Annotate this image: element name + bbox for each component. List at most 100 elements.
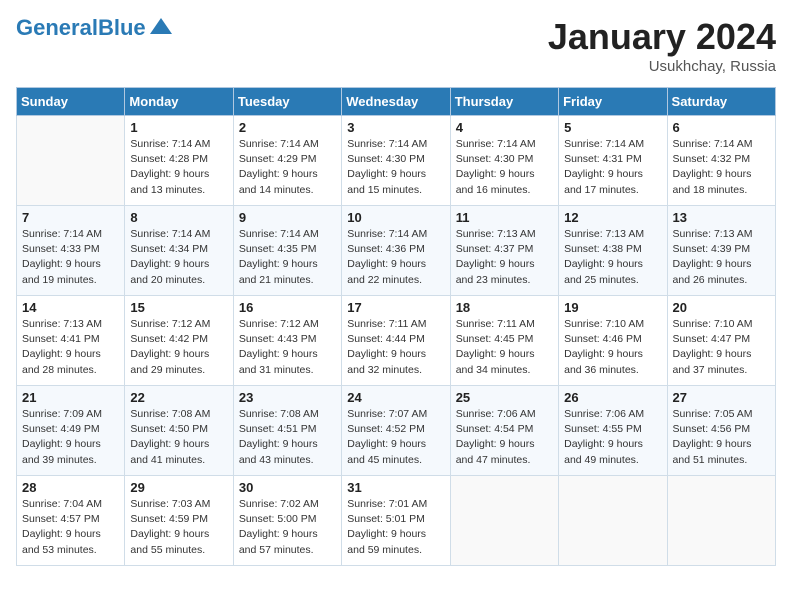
day-number: 2: [239, 120, 336, 135]
calendar-cell: [667, 476, 775, 566]
calendar-cell: 8 Sunrise: 7:14 AMSunset: 4:34 PMDaylight…: [125, 206, 233, 296]
cell-details: Sunrise: 7:09 AMSunset: 4:49 PMDaylight:…: [22, 407, 119, 468]
day-number: 24: [347, 390, 444, 405]
calendar-cell: 17 Sunrise: 7:11 AMSunset: 4:44 PMDayligh…: [342, 296, 450, 386]
cell-details: Sunrise: 7:14 AMSunset: 4:35 PMDaylight:…: [239, 227, 336, 288]
cell-details: Sunrise: 7:12 AMSunset: 4:43 PMDaylight:…: [239, 317, 336, 378]
calendar-cell: 18Sunrise: 7:11 AMSunset: 4:45 PMDayligh…: [450, 296, 558, 386]
day-number: 3: [347, 120, 444, 135]
cell-details: Sunrise: 7:10 AMSunset: 4:46 PMDaylight:…: [564, 317, 661, 378]
day-number: 8: [130, 210, 227, 225]
calendar-cell: [559, 476, 667, 566]
calendar-cell: 20 Sunrise: 7:10 AMSunset: 4:47 PMDayligh…: [667, 296, 775, 386]
calendar-table: SundayMondayTuesdayWednesdayThursdayFrid…: [16, 87, 776, 566]
calendar-cell: 26Sunrise: 7:06 AMSunset: 4:55 PMDayligh…: [559, 386, 667, 476]
cell-details: Sunrise: 7:05 AMSunset: 4:56 PMDaylight:…: [673, 407, 770, 468]
week-row-4: 21 Sunrise: 7:09 AMSunset: 4:49 PMDayligh…: [17, 386, 776, 476]
day-number: 29: [130, 480, 227, 495]
day-number: 25: [456, 390, 553, 405]
cell-details: Sunrise: 7:14 AMSunset: 4:30 PMDaylight:…: [347, 137, 444, 198]
calendar-cell: 7 Sunrise: 7:14 AMSunset: 4:33 PMDaylight…: [17, 206, 125, 296]
calendar-cell: 9 Sunrise: 7:14 AMSunset: 4:35 PMDaylight…: [233, 206, 341, 296]
day-number: 18: [456, 300, 553, 315]
weekday-thursday: Thursday: [450, 88, 558, 116]
calendar-cell: 5Sunrise: 7:14 AMSunset: 4:31 PMDaylight…: [559, 116, 667, 206]
calendar-cell: 27 Sunrise: 7:05 AMSunset: 4:56 PMDayligh…: [667, 386, 775, 476]
cell-details: Sunrise: 7:14 AMSunset: 4:28 PMDaylight:…: [130, 137, 227, 198]
cell-details: Sunrise: 7:14 AMSunset: 4:33 PMDaylight:…: [22, 227, 119, 288]
day-number: 20: [673, 300, 770, 315]
cell-details: Sunrise: 7:02 AMSunset: 5:00 PMDaylight:…: [239, 497, 336, 558]
cell-details: Sunrise: 7:06 AMSunset: 4:54 PMDaylight:…: [456, 407, 553, 468]
cell-details: Sunrise: 7:08 AMSunset: 4:51 PMDaylight:…: [239, 407, 336, 468]
day-number: 9: [239, 210, 336, 225]
calendar-cell: 4Sunrise: 7:14 AMSunset: 4:30 PMDaylight…: [450, 116, 558, 206]
day-number: 26: [564, 390, 661, 405]
cell-details: Sunrise: 7:12 AMSunset: 4:42 PMDaylight:…: [130, 317, 227, 378]
calendar-cell: 13Sunrise: 7:13 AMSunset: 4:39 PMDayligh…: [667, 206, 775, 296]
calendar-cell: 3 Sunrise: 7:14 AMSunset: 4:30 PMDaylight…: [342, 116, 450, 206]
month-title: January 2024: [548, 16, 776, 58]
logo-text: GeneralBlue: [16, 16, 146, 40]
cell-details: Sunrise: 7:08 AMSunset: 4:50 PMDaylight:…: [130, 407, 227, 468]
calendar-cell: 29 Sunrise: 7:03 AMSunset: 4:59 PMDayligh…: [125, 476, 233, 566]
calendar-cell: [17, 116, 125, 206]
calendar-cell: 14 Sunrise: 7:13 AMSunset: 4:41 PMDayligh…: [17, 296, 125, 386]
day-number: 12: [564, 210, 661, 225]
day-number: 4: [456, 120, 553, 135]
day-number: 31: [347, 480, 444, 495]
weekday-wednesday: Wednesday: [342, 88, 450, 116]
day-number: 10: [347, 210, 444, 225]
calendar-cell: 31 Sunrise: 7:01 AMSunset: 5:01 PMDayligh…: [342, 476, 450, 566]
calendar-cell: [450, 476, 558, 566]
calendar-cell: 25 Sunrise: 7:06 AMSunset: 4:54 PMDayligh…: [450, 386, 558, 476]
cell-details: Sunrise: 7:13 AMSunset: 4:37 PMDaylight:…: [456, 227, 553, 288]
cell-details: Sunrise: 7:07 AMSunset: 4:52 PMDaylight:…: [347, 407, 444, 468]
cell-details: Sunrise: 7:03 AMSunset: 4:59 PMDaylight:…: [130, 497, 227, 558]
title-block: January 2024 Usukhchay, Russia: [548, 16, 776, 75]
day-number: 16: [239, 300, 336, 315]
calendar-cell: 15 Sunrise: 7:12 AMSunset: 4:42 PMDayligh…: [125, 296, 233, 386]
page-header: GeneralBlue January 2024 Usukhchay, Russ…: [16, 16, 776, 75]
day-number: 7: [22, 210, 119, 225]
day-number: 27: [673, 390, 770, 405]
calendar-cell: 12 Sunrise: 7:13 AMSunset: 4:38 PMDayligh…: [559, 206, 667, 296]
cell-details: Sunrise: 7:13 AMSunset: 4:38 PMDaylight:…: [564, 227, 661, 288]
day-number: 15: [130, 300, 227, 315]
calendar-cell: 28 Sunrise: 7:04 AMSunset: 4:57 PMDayligh…: [17, 476, 125, 566]
calendar-cell: 24 Sunrise: 7:07 AMSunset: 4:52 PMDayligh…: [342, 386, 450, 476]
calendar-cell: 21 Sunrise: 7:09 AMSunset: 4:49 PMDayligh…: [17, 386, 125, 476]
day-number: 30: [239, 480, 336, 495]
day-number: 6: [673, 120, 770, 135]
cell-details: Sunrise: 7:14 AMSunset: 4:31 PMDaylight:…: [564, 137, 661, 198]
calendar-body: 1Sunrise: 7:14 AMSunset: 4:28 PMDaylight…: [17, 116, 776, 566]
calendar-cell: 2 Sunrise: 7:14 AMSunset: 4:29 PMDaylight…: [233, 116, 341, 206]
week-row-2: 7 Sunrise: 7:14 AMSunset: 4:33 PMDaylight…: [17, 206, 776, 296]
calendar-cell: 19Sunrise: 7:10 AMSunset: 4:46 PMDayligh…: [559, 296, 667, 386]
cell-details: Sunrise: 7:04 AMSunset: 4:57 PMDaylight:…: [22, 497, 119, 558]
logo: GeneralBlue: [16, 16, 172, 40]
calendar-cell: 1Sunrise: 7:14 AMSunset: 4:28 PMDaylight…: [125, 116, 233, 206]
cell-details: Sunrise: 7:01 AMSunset: 5:01 PMDaylight:…: [347, 497, 444, 558]
calendar-cell: 22Sunrise: 7:08 AMSunset: 4:50 PMDayligh…: [125, 386, 233, 476]
cell-details: Sunrise: 7:10 AMSunset: 4:47 PMDaylight:…: [673, 317, 770, 378]
weekday-saturday: Saturday: [667, 88, 775, 116]
day-number: 13: [673, 210, 770, 225]
weekday-header-row: SundayMondayTuesdayWednesdayThursdayFrid…: [17, 88, 776, 116]
weekday-tuesday: Tuesday: [233, 88, 341, 116]
day-number: 17: [347, 300, 444, 315]
day-number: 23: [239, 390, 336, 405]
day-number: 21: [22, 390, 119, 405]
cell-details: Sunrise: 7:14 AMSunset: 4:34 PMDaylight:…: [130, 227, 227, 288]
week-row-1: 1Sunrise: 7:14 AMSunset: 4:28 PMDaylight…: [17, 116, 776, 206]
cell-details: Sunrise: 7:11 AMSunset: 4:44 PMDaylight:…: [347, 317, 444, 378]
calendar-cell: 6Sunrise: 7:14 AMSunset: 4:32 PMDaylight…: [667, 116, 775, 206]
day-number: 14: [22, 300, 119, 315]
day-number: 11: [456, 210, 553, 225]
calendar-cell: 30 Sunrise: 7:02 AMSunset: 5:00 PMDayligh…: [233, 476, 341, 566]
cell-details: Sunrise: 7:13 AMSunset: 4:41 PMDaylight:…: [22, 317, 119, 378]
day-number: 28: [22, 480, 119, 495]
cell-details: Sunrise: 7:14 AMSunset: 4:29 PMDaylight:…: [239, 137, 336, 198]
weekday-friday: Friday: [559, 88, 667, 116]
weekday-monday: Monday: [125, 88, 233, 116]
